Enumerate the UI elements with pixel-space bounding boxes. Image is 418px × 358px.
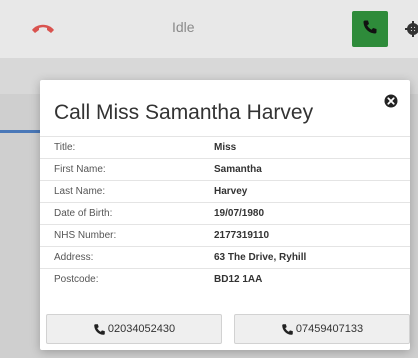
phone-number-label: 02034052430 [107, 323, 176, 335]
detail-row-title: Title: Miss [40, 136, 410, 158]
detail-label: Postcode: [54, 274, 99, 285]
detail-value: BD12 1AA [214, 274, 263, 285]
patient-details-table: Title: Miss First Name: Samantha Last Na… [40, 136, 410, 290]
detail-label: NHS Number: [54, 230, 117, 241]
detail-row-last-name: Last Name: Harvey [40, 180, 410, 202]
call-toolbar: Idle [0, 0, 418, 58]
detail-row-first-name: First Name: Samantha [40, 158, 410, 180]
close-icon[interactable] [384, 94, 398, 108]
detail-label: Title: [54, 142, 76, 153]
phone-icon [94, 323, 105, 335]
detail-value: 2177319110 [214, 230, 270, 241]
phone-icon [362, 19, 378, 40]
detail-row-nhs-number: NHS Number: 2177319110 [40, 224, 410, 246]
gear-icon[interactable] [404, 20, 418, 38]
detail-label: Last Name: [54, 186, 106, 197]
phone-icon [282, 323, 293, 335]
detail-value: 19/07/1980 [214, 208, 265, 219]
dialog-title: Call Miss Samantha Harvey [54, 101, 314, 124]
detail-label: First Name: [54, 164, 106, 175]
detail-row-date-of-birth: Date of Birth: 19/07/1980 [40, 202, 410, 224]
detail-value: Miss [214, 142, 237, 153]
detail-label: Address: [54, 252, 94, 263]
detail-row-postcode: Postcode: BD12 1AA [40, 268, 410, 290]
call-dialog: Call Miss Samantha Harvey Title: Miss Fi… [40, 80, 410, 350]
detail-row-address: Address: 63 The Drive, Ryhill [40, 246, 410, 268]
phone-number-label: 07459407133 [295, 323, 364, 335]
call-phone-1-button[interactable]: 02034052430 [46, 314, 222, 344]
detail-value: 63 The Drive, Ryhill [214, 252, 307, 263]
answer-call-button[interactable] [352, 11, 388, 47]
detail-label: Date of Birth: [54, 208, 113, 219]
hangup-icon[interactable] [30, 18, 56, 38]
call-phone-2-button[interactable]: 07459407133 [234, 314, 410, 344]
background-accent-line [0, 130, 40, 133]
call-status: Idle [172, 19, 195, 35]
detail-value: Samantha [214, 164, 262, 175]
detail-value: Harvey [214, 186, 248, 197]
